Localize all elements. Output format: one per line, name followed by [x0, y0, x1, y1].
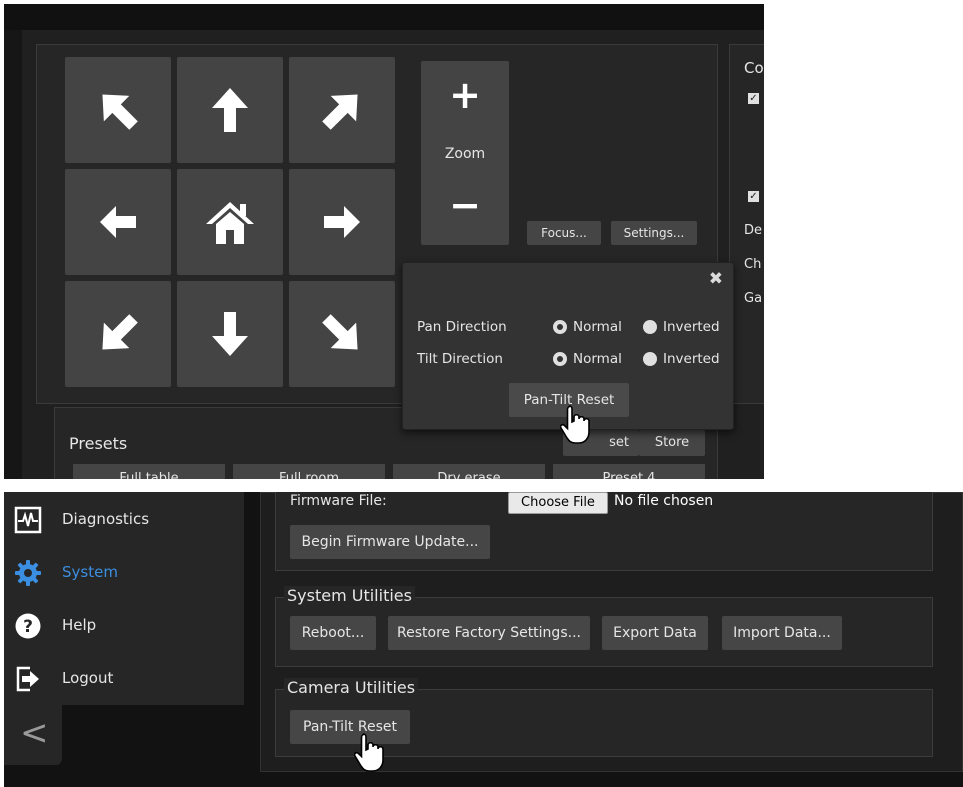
tilt-inverted-label: Inverted — [663, 351, 720, 367]
preset-button[interactable]: Full table — [73, 464, 225, 479]
system-utilities-fieldset: System Utilities Reboot... Restore Facto… — [275, 586, 933, 667]
help-icon: ? — [15, 613, 41, 639]
choose-file-button[interactable]: Choose File — [508, 492, 608, 514]
sidebar-item-diagnostics[interactable]: Diagnostics — [4, 494, 244, 544]
begin-firmware-update-button[interactable]: Begin Firmware Update... — [290, 525, 490, 559]
sidebar-item-system[interactable]: System — [4, 547, 244, 597]
arrow-down-left-icon — [102, 314, 138, 350]
home-button[interactable] — [177, 169, 283, 275]
tilt-direction-label: Tilt Direction — [417, 351, 503, 367]
tilt-normal-label: Normal — [573, 351, 622, 367]
preset-button[interactable]: Full room — [233, 464, 385, 479]
arrow-down-icon — [212, 312, 248, 356]
setting-label: De — [744, 223, 763, 238]
sidebar: Diagnostics System ? Help Logout — [4, 492, 244, 705]
arrow-up-right-icon — [322, 94, 358, 130]
arrow-down-right-icon — [322, 314, 358, 350]
home-icon — [206, 202, 254, 244]
arrow-right-icon — [324, 206, 360, 238]
zoom-control: + Zoom − — [421, 61, 509, 245]
firmware-file-label: Firmware File: — [290, 493, 387, 509]
arrow-up-icon — [212, 88, 248, 132]
controls-heading: Co — [744, 59, 764, 77]
sidebar-collapse-button[interactable]: < — [4, 705, 62, 765]
logout-icon — [16, 666, 39, 692]
pan-tilt-up-right-button[interactable] — [289, 57, 395, 163]
preset-store-button[interactable]: Store — [639, 430, 705, 456]
pan-right-button[interactable] — [289, 169, 395, 275]
camera-utilities-title: Camera Utilities — [284, 678, 419, 697]
arrow-left-icon — [100, 206, 136, 238]
setting-label: Ga — [744, 291, 763, 306]
left-edge — [4, 30, 22, 479]
no-file-chosen-text: No file chosen — [614, 493, 714, 509]
svg-text:?: ? — [23, 617, 33, 637]
tilt-down-button[interactable] — [177, 281, 283, 387]
diagnostics-icon — [14, 506, 42, 534]
system-screenshot: Diagnostics System ? Help Logout < Firmw… — [4, 492, 963, 787]
pan-normal-radio[interactable] — [553, 320, 567, 334]
camera-pan-tilt-reset-button[interactable]: Pan-Tilt Reset — [290, 710, 410, 744]
import-data-button[interactable]: Import Data... — [722, 616, 842, 650]
system-utilities-title: System Utilities — [284, 586, 415, 605]
pan-inverted-radio[interactable] — [643, 320, 657, 334]
preset-button[interactable]: Dry erase — [393, 464, 545, 479]
system-content: Firmware File: Choose File No file chose… — [260, 492, 963, 772]
sidebar-item-label: System — [62, 563, 118, 581]
sidebar-item-label: Diagnostics — [62, 510, 150, 528]
export-data-button[interactable]: Export Data — [602, 616, 708, 650]
arrow-up-left-icon — [102, 94, 138, 130]
tilt-inverted-radio[interactable] — [643, 352, 657, 366]
setting-label: Ch — [744, 257, 762, 272]
preset-button[interactable]: Preset 4 — [553, 464, 705, 479]
sidebar-item-label: Logout — [62, 669, 114, 687]
focus-button[interactable]: Focus... — [527, 221, 601, 245]
zoom-label: Zoom — [444, 146, 486, 162]
top-bar — [4, 4, 764, 30]
pan-left-button[interactable] — [65, 169, 171, 275]
tilt-normal-radio[interactable] — [553, 352, 567, 366]
pan-tilt-down-right-button[interactable] — [289, 281, 395, 387]
reboot-button[interactable]: Reboot... — [290, 616, 376, 650]
pan-normal-label: Normal — [573, 319, 622, 335]
pan-direction-label: Pan Direction — [417, 319, 507, 335]
zoom-in-button[interactable]: + — [421, 75, 509, 115]
close-icon[interactable]: ✖ — [709, 269, 723, 289]
zoom-out-button[interactable]: − — [421, 185, 509, 225]
tilt-up-button[interactable] — [177, 57, 283, 163]
settings-button[interactable]: Settings... — [611, 221, 697, 245]
sidebar-item-logout[interactable]: Logout — [4, 653, 244, 703]
ptz-screenshot: + Zoom − Focus... Settings... Co ✓ ✓ De … — [4, 4, 764, 479]
pan-tilt-down-left-button[interactable] — [65, 281, 171, 387]
sidebar-item-help[interactable]: ? Help — [4, 600, 244, 650]
checkbox[interactable]: ✓ — [748, 191, 759, 202]
hand-cursor-icon — [354, 733, 384, 772]
pan-inverted-label: Inverted — [663, 319, 720, 335]
pan-tilt-up-left-button[interactable] — [65, 57, 171, 163]
presets-title: Presets — [69, 434, 128, 453]
hand-cursor-icon — [560, 405, 590, 444]
sidebar-item-label: Help — [62, 616, 97, 634]
gear-icon — [15, 560, 41, 586]
checkbox[interactable]: ✓ — [748, 93, 759, 104]
chevron-left-icon: < — [20, 713, 49, 753]
controls-panel: Co ✓ ✓ De Ch Ga — [729, 44, 764, 404]
firmware-fieldset: Firmware File: Choose File No file chose… — [275, 492, 933, 571]
restore-factory-settings-button[interactable]: Restore Factory Settings... — [388, 616, 590, 650]
